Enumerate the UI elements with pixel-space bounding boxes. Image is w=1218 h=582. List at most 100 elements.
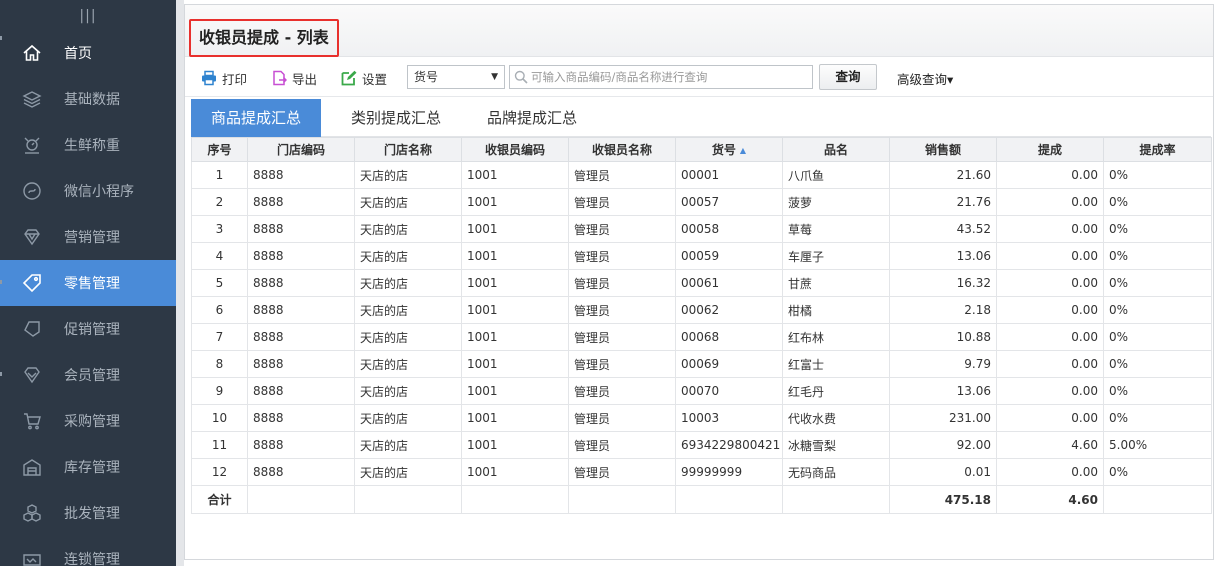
sidebar-edge-marker — [0, 36, 2, 40]
column-header[interactable]: 销售额 — [889, 137, 997, 162]
sales-amount-cell: 92.00 — [889, 431, 997, 459]
cashier-code-cell: 1001 — [461, 242, 569, 270]
sales-amount-cell: 21.76 — [889, 188, 997, 216]
cashier-code-cell: 1001 — [461, 404, 569, 432]
table-row[interactable]: 12 8888 天店的店 1001 管理员 99999999 无码商品 0.01 0.00 0% — [191, 458, 1212, 486]
sales-amount-cell: 231.00 — [889, 404, 997, 432]
store-name-cell: 天店的店 — [354, 215, 462, 243]
column-header[interactable]: 收银员编码 — [461, 137, 569, 162]
item-code-cell: 00068 — [675, 323, 783, 351]
query-button[interactable]: 查询 — [819, 64, 877, 90]
table-row[interactable]: 4 8888 天店的店 1001 管理员 00059 车厘子 13.06 0.00 0% — [191, 242, 1212, 270]
tab-product-commission[interactable]: 商品提成汇总 — [191, 99, 321, 137]
cashier-name-cell: 管理员 — [568, 215, 676, 243]
total-commission: 4.60 — [996, 485, 1104, 514]
export-button[interactable]: 导出 — [271, 67, 317, 89]
table-row[interactable]: 7 8888 天店的店 1001 管理员 00068 红布林 10.88 0.00 0% — [191, 323, 1212, 351]
home-icon — [0, 43, 64, 63]
table-row[interactable]: 1 8888 天店的店 1001 管理员 00001 八爪鱼 21.60 0.00 0% — [191, 161, 1212, 189]
sidebar-item-basic-data[interactable]: 基础数据 — [0, 76, 176, 122]
store-code-cell: 8888 — [247, 404, 355, 432]
column-header-sorted[interactable]: 货号 ▲ — [675, 137, 783, 162]
export-label: 导出 — [292, 71, 318, 87]
column-header[interactable]: 序号 — [191, 137, 248, 162]
tab-brand-commission[interactable]: 品牌提成汇总 — [467, 99, 597, 137]
sidebar-item-wechat-miniprogram[interactable]: 微信小程序 — [0, 168, 176, 214]
store-name-cell: 天店的店 — [354, 269, 462, 297]
table-cell — [1103, 485, 1212, 514]
table-cell — [782, 485, 890, 514]
item-name-cell: 八爪鱼 — [782, 161, 890, 189]
tab-category-commission[interactable]: 类别提成汇总 — [331, 99, 461, 137]
tab-bar: 商品提成汇总 类别提成汇总 品牌提成汇总 — [191, 99, 1211, 137]
column-header[interactable]: 收银员名称 — [568, 137, 676, 162]
sidebar-item-fresh-weighing[interactable]: 生鲜称重 — [0, 122, 176, 168]
advanced-search-button[interactable]: 高级查询▾ — [897, 69, 953, 88]
boxes-icon — [0, 503, 64, 523]
search-box — [509, 65, 813, 89]
sidebar-item-label: 批发管理 — [64, 506, 120, 522]
item-code-cell: 00070 — [675, 377, 783, 405]
sidebar-item-chain[interactable]: 连锁管理 — [0, 536, 176, 582]
cashier-name-cell: 管理员 — [568, 431, 676, 459]
sidebar-item-marketing[interactable]: 营销管理 — [0, 214, 176, 260]
commission-cell: 0.00 — [996, 458, 1104, 486]
print-icon — [202, 70, 216, 86]
table-row[interactable]: 3 8888 天店的店 1001 管理员 00058 草莓 43.52 0.00 0% — [191, 215, 1212, 243]
main-panel: 收银员提成 - 列表 打印 导出 设置 货号 ▼ 查询 高级查询▾ 商品提成汇总… — [184, 4, 1214, 560]
sidebar-item-inventory[interactable]: 库存管理 — [0, 444, 176, 490]
table-row[interactable]: 5 8888 天店的店 1001 管理员 00061 甘蔗 16.32 0.00 0% — [191, 269, 1212, 297]
store-code-cell: 8888 — [247, 242, 355, 270]
column-header[interactable]: 提成率 — [1103, 137, 1212, 162]
column-header[interactable]: 提成 — [996, 137, 1104, 162]
commission-rate-cell: 0% — [1103, 377, 1212, 405]
print-button[interactable]: 打印 — [201, 67, 247, 89]
row-index-cell: 1 — [191, 161, 248, 189]
sidebar-item-home[interactable]: 首页 — [0, 30, 176, 76]
total-sales: 475.18 — [889, 485, 997, 514]
cashier-code-cell: 1001 — [461, 269, 569, 297]
table-row[interactable]: 9 8888 天店的店 1001 管理员 00070 红毛丹 13.06 0.00 0% — [191, 377, 1212, 405]
item-code-cell: 6934229800421 — [675, 431, 783, 459]
cashier-name-cell: 管理员 — [568, 296, 676, 324]
table-row[interactable]: 8 8888 天店的店 1001 管理员 00069 红富士 9.79 0.00 0% — [191, 350, 1212, 378]
commission-cell: 0.00 — [996, 296, 1104, 324]
item-name-cell: 冰糖雪梨 — [782, 431, 890, 459]
store-code-cell: 8888 — [247, 188, 355, 216]
table-row[interactable]: 11 8888 天店的店 1001 管理员 6934229800421 冰糖雪梨 92.00 4… — [191, 431, 1212, 459]
table-body: 1 8888 天店的店 1001 管理员 00001 八爪鱼 21.60 0.00 0% 2 8888… — [191, 161, 1212, 486]
member-diamond-icon — [0, 365, 64, 385]
scale-icon — [0, 135, 64, 155]
sidebar-item-label: 零售管理 — [64, 276, 120, 292]
item-name-cell: 甘蔗 — [782, 269, 890, 297]
search-input[interactable] — [531, 70, 811, 84]
search-field-select[interactable]: 货号 ▼ — [407, 65, 505, 89]
commission-cell: 0.00 — [996, 377, 1104, 405]
sidebar-item-member[interactable]: 会员管理 — [0, 352, 176, 398]
sidebar-item-label: 基础数据 — [64, 92, 120, 108]
settings-button[interactable]: 设置 — [341, 67, 387, 89]
table-header-row: 序号 门店编码 门店名称 收银员编码 收银员名称 货号 ▲ 品名 销售额 提成 提… — [191, 137, 1212, 162]
column-header[interactable]: 门店名称 — [354, 137, 462, 162]
commission-rate-cell: 0% — [1103, 215, 1212, 243]
item-name-cell: 红布林 — [782, 323, 890, 351]
column-header-label: 货号 — [711, 143, 736, 157]
sidebar-item-promotion[interactable]: 促销管理 — [0, 306, 176, 352]
sidebar-item-wholesale[interactable]: 批发管理 — [0, 490, 176, 536]
cashier-name-cell: 管理员 — [568, 269, 676, 297]
row-index-cell: 5 — [191, 269, 248, 297]
sidebar-item-purchase[interactable]: 采购管理 — [0, 398, 176, 444]
search-icon — [514, 70, 528, 84]
commission-rate-cell: 0% — [1103, 350, 1212, 378]
table-row[interactable]: 6 8888 天店的店 1001 管理员 00062 柑橘 2.18 0.00 0% — [191, 296, 1212, 324]
sales-amount-cell: 2.18 — [889, 296, 997, 324]
column-header[interactable]: 品名 — [782, 137, 890, 162]
item-code-cell: 00057 — [675, 188, 783, 216]
sidebar-collapse-handle[interactable]: ||| — [0, 0, 176, 30]
cashier-code-cell: 1001 — [461, 377, 569, 405]
row-index-cell: 12 — [191, 458, 248, 486]
table-row[interactable]: 2 8888 天店的店 1001 管理员 00057 菠萝 21.76 0.00 0% — [191, 188, 1212, 216]
sidebar-item-retail[interactable]: 零售管理 — [0, 260, 176, 306]
table-row[interactable]: 10 8888 天店的店 1001 管理员 10003 代收水费 231.00 0.00 0% — [191, 404, 1212, 432]
column-header[interactable]: 门店编码 — [247, 137, 355, 162]
